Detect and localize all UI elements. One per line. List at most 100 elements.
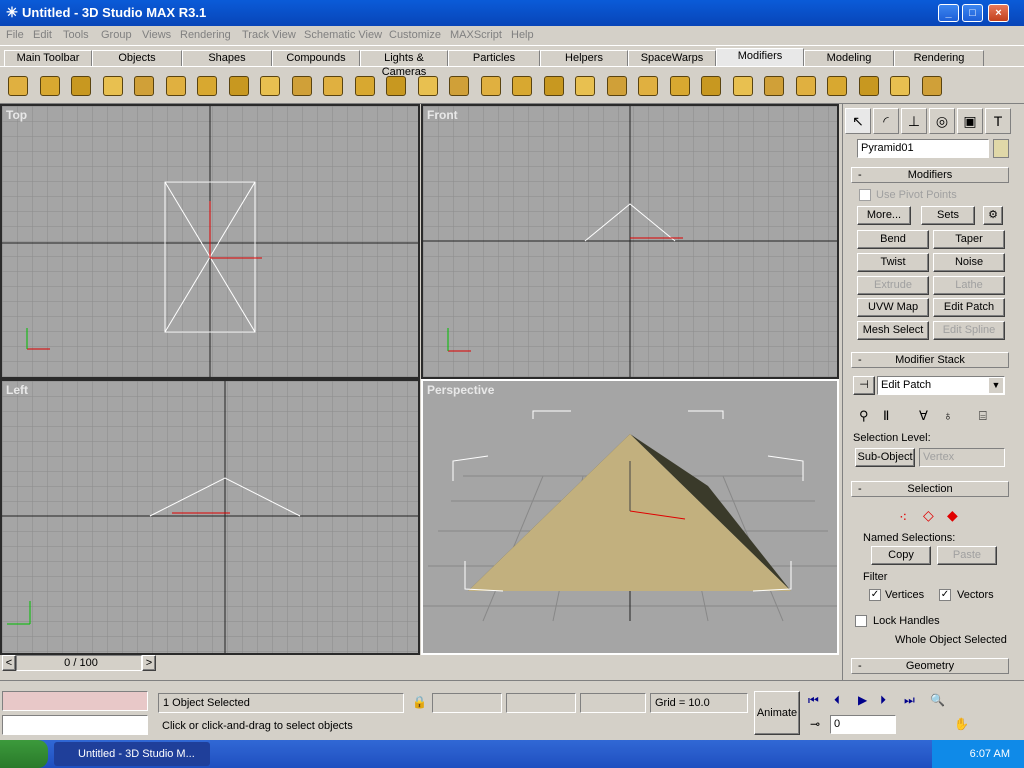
vertex-level-icon[interactable]: ⁖ [899, 509, 907, 526]
zoom-icon[interactable]: 🔍 [930, 693, 945, 707]
edit-mesh-icon[interactable] [382, 71, 410, 101]
extrude-button[interactable]: Extrude [857, 276, 929, 295]
skew-icon[interactable] [193, 71, 221, 101]
normal-icon[interactable] [571, 71, 599, 101]
uvw-map-button[interactable]: UVW Map [857, 298, 929, 317]
maxscript-input[interactable] [2, 715, 148, 735]
copy-button[interactable]: Copy [871, 546, 931, 565]
menu-track-view[interactable]: Track View [242, 29, 296, 41]
wave-icon[interactable] [288, 71, 316, 101]
squeeze-icon[interactable] [162, 71, 190, 101]
vertices-checkbox[interactable]: ✓ [869, 589, 881, 601]
selection-rollout-header[interactable]: - Selection [851, 481, 1009, 497]
menu-group[interactable]: Group [101, 29, 132, 41]
viewport-label-perspective[interactable]: Perspective [427, 383, 494, 397]
menu-rendering[interactable]: Rendering [180, 29, 231, 41]
linked-xform-icon[interactable] [634, 71, 662, 101]
tab-main-toolbar[interactable]: Main Toolbar [4, 50, 92, 66]
modifier-stack-dropdown[interactable]: Edit Patch [877, 376, 1005, 395]
ripple-icon[interactable] [256, 71, 284, 101]
chevron-down-icon[interactable]: ▼ [989, 378, 1003, 393]
current-frame-field[interactable]: 0 [830, 715, 896, 734]
viewport-left[interactable]: Left [0, 379, 420, 655]
utilities-tab-icon[interactable]: T [985, 108, 1011, 134]
remove-modifier-icon[interactable]: ♁ [943, 408, 953, 423]
object-color-swatch[interactable] [993, 139, 1009, 158]
meshsmooth-icon[interactable] [760, 71, 788, 101]
edit-patch-icon[interactable] [414, 71, 442, 101]
uvw-map-icon[interactable] [508, 71, 536, 101]
edit-patch-button[interactable]: Edit Patch [933, 298, 1005, 317]
viewport-front[interactable]: Front [421, 104, 839, 379]
display-tab-icon[interactable]: ▣ [957, 108, 983, 134]
tab-objects[interactable]: Objects [92, 50, 182, 66]
time-next-button[interactable]: > [142, 655, 156, 671]
material-icon[interactable] [729, 71, 757, 101]
animate-button[interactable]: Animate [754, 691, 800, 735]
edit-spline-button[interactable]: Edit Spline [933, 321, 1005, 340]
taskbar-item-3dsmax[interactable]: Untitled - 3D Studio M... [54, 742, 210, 766]
edit-stack-icon[interactable]: ⌸ [979, 408, 987, 424]
extrude-icon[interactable] [918, 71, 946, 101]
active-shaded-icon[interactable]: ⚲ [859, 408, 869, 424]
taper-icon[interactable] [36, 71, 64, 101]
menu-customize[interactable]: Customize [389, 29, 441, 41]
vectors-checkbox[interactable]: ✓ [939, 589, 951, 601]
viewport-perspective[interactable]: Perspective [421, 379, 839, 655]
show-end-result-icon[interactable]: Ⅱ [883, 408, 889, 424]
menu-schematic-view[interactable]: Schematic View [304, 29, 382, 41]
tessellate-icon[interactable] [792, 71, 820, 101]
twist-icon[interactable] [67, 71, 95, 101]
element-level-icon[interactable]: ◆ [947, 507, 958, 524]
lock-selection-icon[interactable]: 🔒 [412, 695, 427, 709]
modifier-stack-rollout-header[interactable]: - Modifier Stack [851, 352, 1009, 368]
hierarchy-tab-icon[interactable]: ⊥ [901, 108, 927, 134]
bend-icon[interactable] [4, 71, 32, 101]
menu-help[interactable]: Help [511, 29, 534, 41]
go-to-start-icon[interactable]: ⏮ [808, 693, 819, 708]
menu-file[interactable]: File [6, 29, 24, 41]
menu-tools[interactable]: Tools [63, 29, 89, 41]
stretch-icon[interactable] [130, 71, 158, 101]
maximize-button[interactable]: □ [962, 4, 983, 22]
taper-button[interactable]: Taper [933, 230, 1005, 249]
tab-compounds[interactable]: Compounds [272, 50, 360, 66]
lathe-icon[interactable] [886, 71, 914, 101]
menu-edit[interactable]: Edit [33, 29, 52, 41]
viewport-label-front[interactable]: Front [427, 108, 458, 122]
tab-rendering[interactable]: Rendering [894, 50, 984, 66]
tab-spacewarps[interactable]: SpaceWarps [628, 50, 716, 66]
time-slider[interactable]: < 0 / 100 > [0, 655, 842, 671]
twist-button[interactable]: Twist [857, 253, 929, 272]
create-tab-icon[interactable]: ↖ [845, 108, 871, 134]
close-button[interactable]: × [988, 4, 1009, 22]
sub-object-level-dropdown[interactable]: Vertex [919, 448, 1005, 467]
sub-object-button[interactable]: Sub-Object [855, 448, 915, 467]
tab-helpers[interactable]: Helpers [540, 50, 628, 66]
relax-icon[interactable] [697, 71, 725, 101]
mesh-select-icon[interactable] [445, 71, 473, 101]
tab-modifiers[interactable]: Modifiers [716, 48, 804, 66]
xform-icon[interactable] [603, 71, 631, 101]
smooth-icon[interactable] [540, 71, 568, 101]
viewport-label-top[interactable]: Top [6, 108, 27, 122]
displace-icon[interactable] [319, 71, 347, 101]
key-mode-icon[interactable]: ⊸ [810, 717, 820, 731]
melt-icon[interactable] [351, 71, 379, 101]
modifiers-rollout-header[interactable]: - Modifiers [851, 167, 1009, 183]
noise-button[interactable]: Noise [933, 253, 1005, 272]
lock-handles-checkbox[interactable] [855, 615, 867, 627]
more-button[interactable]: More... [857, 206, 911, 225]
paste-button[interactable]: Paste [937, 546, 997, 565]
start-button[interactable] [0, 740, 48, 768]
use-pivot-points-checkbox[interactable] [859, 189, 871, 201]
minimize-button[interactable]: _ [938, 4, 959, 22]
edit-spline-icon[interactable] [855, 71, 883, 101]
patch-select-icon[interactable] [477, 71, 505, 101]
viewport-top[interactable]: Top [0, 104, 420, 379]
pin-stack-icon[interactable]: ⊣ [853, 376, 875, 395]
time-prev-button[interactable]: < [2, 655, 16, 671]
previous-frame-icon[interactable]: ⏴ [834, 693, 840, 708]
menu-maxscript[interactable]: MAXScript [450, 29, 502, 41]
sets-button[interactable]: Sets [921, 206, 975, 225]
